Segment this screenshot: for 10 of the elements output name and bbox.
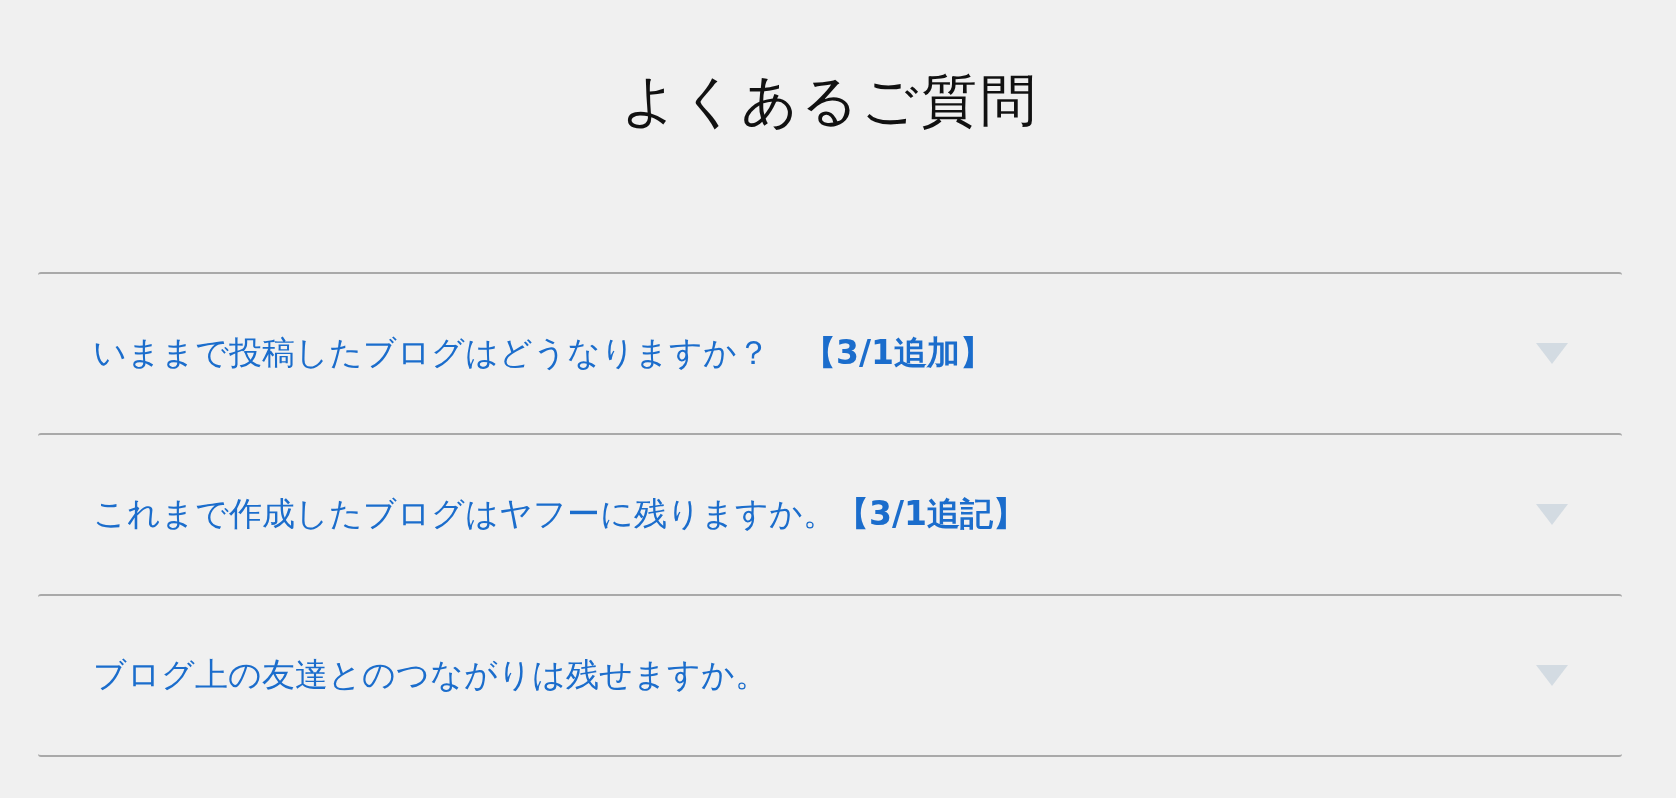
- faq-item[interactable]: いままで投稿したブログはどうなりますか？ 【3/1追加】: [38, 272, 1622, 433]
- faq-item[interactable]: ブログ上の友達とのつながりは残せますか。: [38, 594, 1622, 755]
- question-text: ブログ上の友達とのつながりは残せますか。: [93, 654, 768, 697]
- page-title: よくあるご質問: [621, 67, 1039, 135]
- faq-item[interactable]: これまで作成したブログはヤフーに残りますか。【3/1追記】: [38, 433, 1622, 594]
- caret-down-icon[interactable]: [1536, 343, 1568, 364]
- question-text: いままで投稿したブログはどうなりますか？ 【3/1追加】: [93, 332, 993, 375]
- caret-down-icon[interactable]: [1536, 504, 1568, 525]
- question-text: これまで作成したブログはヤフーに残りますか。【3/1追記】: [93, 493, 1026, 536]
- caret-down-icon[interactable]: [1536, 665, 1568, 686]
